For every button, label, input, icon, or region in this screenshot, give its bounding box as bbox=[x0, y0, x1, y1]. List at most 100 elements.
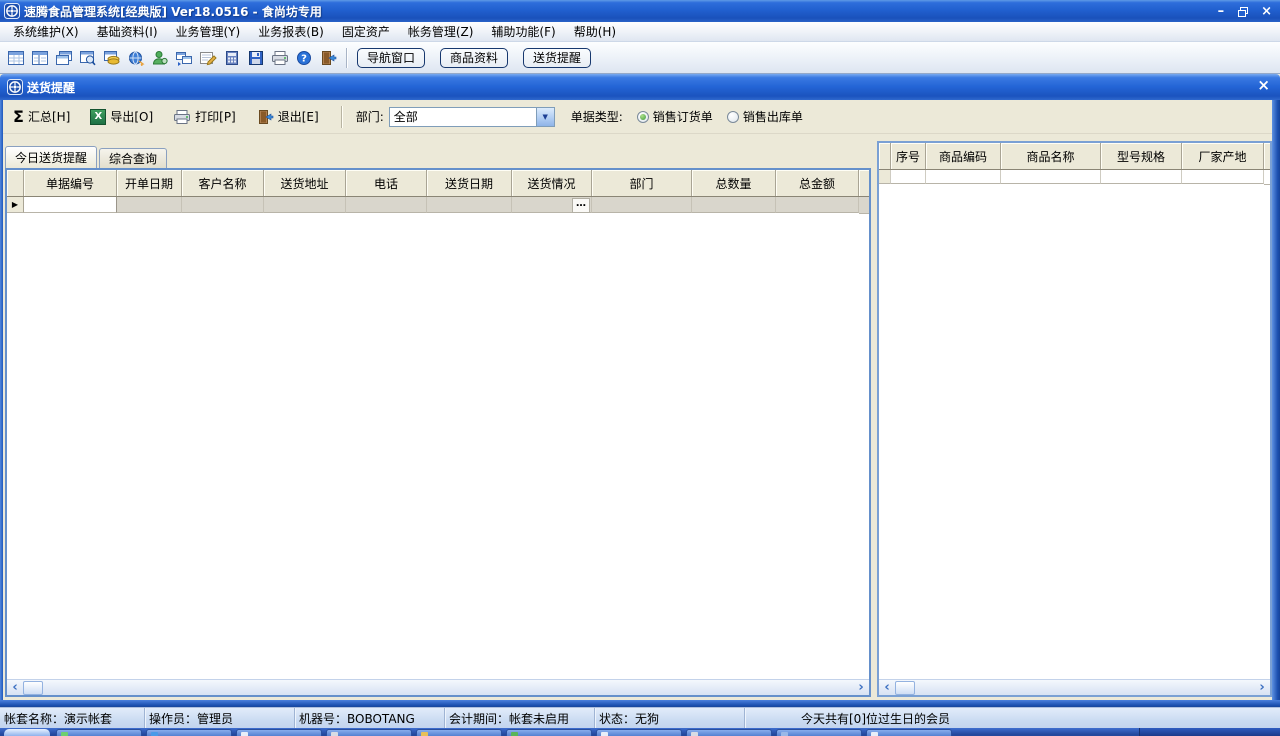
help-icon[interactable]: ? bbox=[292, 47, 315, 69]
radio-sales-outbound[interactable]: 销售出库单 bbox=[726, 108, 803, 125]
summarize-button[interactable]: Σ 汇总[H] bbox=[13, 108, 70, 125]
radio-sales-order[interactable]: 销售订货单 bbox=[636, 108, 713, 125]
col-total-quantity[interactable]: 总数量 bbox=[692, 170, 776, 196]
table-row[interactable]: ▶ … bbox=[7, 197, 869, 214]
cell-manufacturer-origin[interactable] bbox=[1182, 170, 1264, 184]
header-filler bbox=[859, 170, 869, 196]
col-delivery-address[interactable]: 送货地址 bbox=[264, 170, 346, 196]
scroll-thumb[interactable] bbox=[23, 680, 43, 695]
cell-seq-number[interactable] bbox=[891, 170, 926, 184]
menu-fixed-assets[interactable]: 固定资产 bbox=[333, 23, 399, 41]
window-switch-icon[interactable] bbox=[172, 47, 195, 69]
scroll-right-icon[interactable]: › bbox=[854, 681, 868, 694]
taskbar-button[interactable] bbox=[236, 729, 322, 736]
col-department[interactable]: 部门 bbox=[592, 170, 692, 196]
col-delivery-status[interactable]: 送货情况 bbox=[512, 170, 592, 196]
grid-window-icon[interactable] bbox=[4, 47, 27, 69]
search-window-icon[interactable] bbox=[76, 47, 99, 69]
col-product-code[interactable]: 商品编码 bbox=[926, 143, 1001, 169]
exit-button[interactable]: 退出[E] bbox=[256, 108, 319, 125]
cell-order-date[interactable] bbox=[117, 197, 182, 213]
cell-product-name[interactable] bbox=[1001, 170, 1101, 184]
cell-customer-name[interactable] bbox=[182, 197, 264, 213]
summarize-label: 汇总[H] bbox=[27, 110, 71, 124]
taskbar-button[interactable] bbox=[686, 729, 772, 736]
menu-help[interactable]: 帮助(H) bbox=[565, 23, 625, 41]
cascade-windows-icon[interactable] bbox=[52, 47, 75, 69]
col-manufacturer-origin[interactable]: 厂家产地 bbox=[1182, 143, 1264, 169]
taskbar-button[interactable] bbox=[506, 729, 592, 736]
print-button[interactable]: 打印[P] bbox=[173, 108, 236, 125]
row-selector-cell bbox=[879, 170, 891, 184]
cell-delivery-address[interactable] bbox=[264, 197, 346, 213]
export-label: 导出[O] bbox=[110, 110, 154, 124]
menu-business-reports[interactable]: 业务报表(B) bbox=[249, 23, 333, 41]
scroll-right-icon[interactable]: › bbox=[1255, 681, 1269, 694]
cell-total-amount[interactable] bbox=[776, 197, 859, 213]
taskbar-button[interactable] bbox=[416, 729, 502, 736]
menu-system-maintenance[interactable]: 系统维护(X) bbox=[4, 23, 88, 41]
cell-model-spec[interactable] bbox=[1101, 170, 1182, 184]
delivery-grid-hscrollbar[interactable]: ‹ › bbox=[7, 679, 869, 695]
cell-department[interactable] bbox=[592, 197, 692, 213]
taskbar-button[interactable] bbox=[596, 729, 682, 736]
taskbar-button[interactable] bbox=[866, 729, 952, 736]
export-button[interactable]: X 导出[O] bbox=[90, 108, 153, 125]
scroll-left-icon[interactable]: ‹ bbox=[880, 681, 894, 694]
col-seq-number[interactable]: 序号 bbox=[891, 143, 926, 169]
restore-button[interactable] bbox=[1238, 6, 1249, 17]
col-order-date[interactable]: 开单日期 bbox=[117, 170, 182, 196]
user-icon[interactable] bbox=[148, 47, 171, 69]
edit-form-icon[interactable] bbox=[196, 47, 219, 69]
combo-dropdown-button[interactable]: ▼ bbox=[535, 107, 554, 126]
cell-product-code[interactable] bbox=[926, 170, 1001, 184]
col-product-name[interactable]: 商品名称 bbox=[1001, 143, 1101, 169]
taskbar-button[interactable] bbox=[146, 729, 232, 736]
taskbar-button[interactable] bbox=[776, 729, 862, 736]
product-grid-hscrollbar[interactable]: ‹ › bbox=[879, 679, 1270, 695]
save-icon[interactable] bbox=[244, 47, 267, 69]
radio-selected-icon bbox=[636, 110, 649, 123]
radio-sales-outbound-label: 销售出库单 bbox=[742, 110, 803, 124]
tab-comprehensive-query[interactable]: 综合查询 bbox=[99, 148, 168, 168]
col-total-amount[interactable]: 总金额 bbox=[776, 170, 859, 196]
col-order-number[interactable]: 单据编号 bbox=[24, 170, 117, 196]
cell-delivery-status[interactable]: … bbox=[512, 197, 592, 213]
table-row[interactable] bbox=[879, 170, 1270, 185]
scroll-thumb[interactable] bbox=[895, 680, 915, 695]
product-data-button[interactable]: 商品资料 bbox=[440, 47, 509, 68]
app-logo-icon bbox=[4, 3, 20, 19]
globe-icon[interactable] bbox=[124, 47, 147, 69]
menu-account-management[interactable]: 帐务管理(Z) bbox=[399, 23, 483, 41]
cell-delivery-date[interactable] bbox=[427, 197, 512, 213]
col-delivery-date[interactable]: 送货日期 bbox=[427, 170, 512, 196]
tab-today-delivery[interactable]: 今日送货提醒 bbox=[5, 146, 98, 168]
form-window-icon[interactable] bbox=[28, 47, 51, 69]
start-button[interactable] bbox=[4, 729, 50, 736]
taskbar-button[interactable] bbox=[56, 729, 142, 736]
menu-base-data[interactable]: 基础资料(I) bbox=[88, 23, 167, 41]
minimize-button[interactable]: – bbox=[1218, 5, 1225, 18]
cell-order-number[interactable] bbox=[24, 197, 117, 213]
child-body: Σ 汇总[H] X 导出[O] 打印[P] 退出[E] 部门: 全部 ▼ 单据类… bbox=[3, 100, 1272, 700]
col-customer-name[interactable]: 客户名称 bbox=[182, 170, 264, 196]
ellipsis-button[interactable]: … bbox=[572, 198, 590, 213]
child-close-button[interactable]: × bbox=[1257, 78, 1270, 93]
cell-total-quantity[interactable] bbox=[692, 197, 776, 213]
print-icon[interactable] bbox=[268, 47, 291, 69]
taskbar-button[interactable] bbox=[326, 729, 412, 736]
main-toolbar: ? 导航窗口 商品资料 送货提醒 bbox=[0, 42, 1280, 74]
menu-auxiliary-functions[interactable]: 辅助功能(F) bbox=[482, 23, 564, 41]
calculator-icon[interactable] bbox=[220, 47, 243, 69]
money-icon[interactable] bbox=[100, 47, 123, 69]
delivery-reminder-button[interactable]: 送货提醒 bbox=[523, 47, 592, 68]
exit-icon[interactable] bbox=[316, 47, 339, 69]
close-button[interactable]: × bbox=[1261, 5, 1272, 18]
cell-phone[interactable] bbox=[346, 197, 427, 213]
navigation-window-button[interactable]: 导航窗口 bbox=[357, 47, 426, 68]
menu-business-management[interactable]: 业务管理(Y) bbox=[167, 23, 250, 41]
col-phone[interactable]: 电话 bbox=[346, 170, 427, 196]
department-select[interactable]: 全部 ▼ bbox=[388, 106, 555, 127]
scroll-left-icon[interactable]: ‹ bbox=[8, 681, 22, 694]
col-model-spec[interactable]: 型号规格 bbox=[1101, 143, 1182, 169]
